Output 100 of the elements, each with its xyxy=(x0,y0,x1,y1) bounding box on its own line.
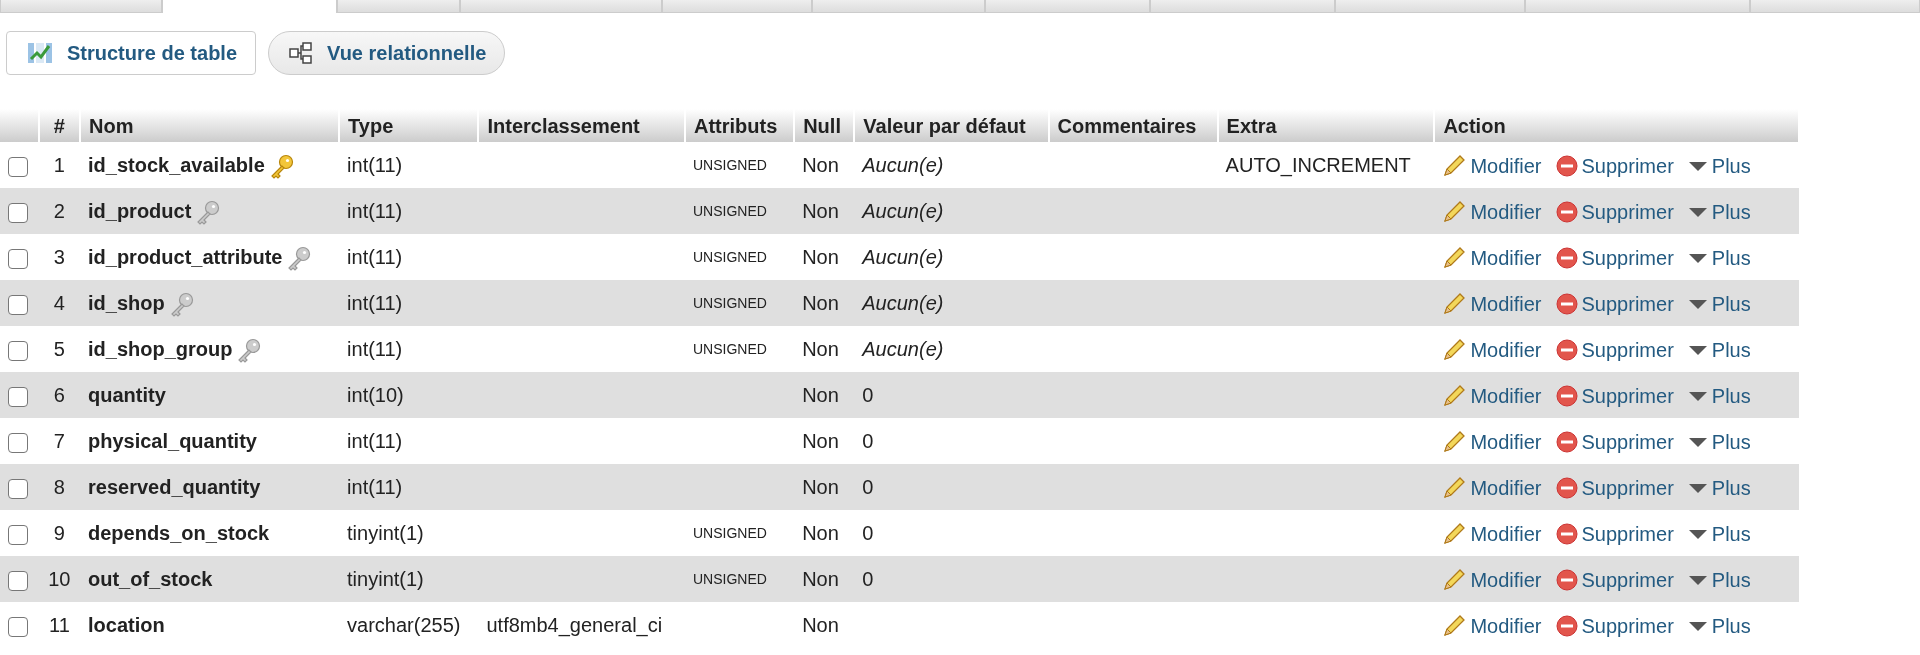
table-cell: Non xyxy=(794,418,855,464)
column-header: Null xyxy=(794,109,855,142)
table-cell: Non xyxy=(794,280,855,326)
more-link[interactable]: Plus xyxy=(1687,426,1751,457)
delete-icon xyxy=(1555,154,1578,177)
structure-icon xyxy=(27,41,53,65)
caret-icon xyxy=(1687,343,1708,356)
table-cell: Aucun(e) xyxy=(854,280,1049,326)
pencil-icon xyxy=(1442,613,1467,638)
more-link[interactable]: Plus xyxy=(1687,242,1751,273)
table-cell: Non xyxy=(794,188,855,234)
more-link[interactable]: Plus xyxy=(1687,150,1751,181)
checkbox[interactable] xyxy=(8,156,28,177)
more-link[interactable]: Plus xyxy=(1687,518,1751,549)
row-number: 2 xyxy=(38,188,80,234)
more-link[interactable]: Plus xyxy=(1687,380,1751,411)
checkbox[interactable] xyxy=(8,570,28,591)
delete-icon xyxy=(1555,430,1578,453)
delete-icon xyxy=(1555,384,1578,407)
table-cell: 0 xyxy=(854,372,1049,418)
caret-icon xyxy=(1687,251,1708,264)
row-number: 4 xyxy=(38,280,80,326)
table-cell: int(11) xyxy=(339,418,479,464)
tab[interactable]: Vue relationnelle xyxy=(268,31,506,75)
delete-link[interactable]: Supprimer xyxy=(1555,564,1674,595)
delete-icon xyxy=(1555,292,1578,315)
edit-link[interactable]: Modifier xyxy=(1442,564,1542,595)
edit-link[interactable]: Modifier xyxy=(1442,196,1542,227)
edit-link[interactable]: Modifier xyxy=(1442,242,1542,273)
table-cell: 0 xyxy=(854,464,1049,510)
more-link[interactable]: Plus xyxy=(1687,334,1751,365)
table-cell: 0 xyxy=(854,418,1049,464)
delete-icon xyxy=(1555,614,1578,637)
delete-icon xyxy=(1555,200,1578,223)
edit-link[interactable]: Modifier xyxy=(1442,610,1542,641)
table-cell: int(11) xyxy=(339,188,479,234)
table-cell: UNSIGNED xyxy=(685,142,795,188)
more-link[interactable]: Plus xyxy=(1687,196,1751,227)
delete-link[interactable]: Supprimer xyxy=(1555,242,1674,273)
column-header: Attributs xyxy=(685,109,795,142)
pencil-icon xyxy=(1442,245,1467,270)
delete-link[interactable]: Supprimer xyxy=(1555,426,1674,457)
column-header: Extra xyxy=(1217,109,1435,142)
pencil-icon xyxy=(1442,475,1467,500)
checkbox[interactable] xyxy=(8,294,28,315)
delete-link[interactable]: Supprimer xyxy=(1555,196,1674,227)
checkbox[interactable] xyxy=(8,616,28,637)
checkbox[interactable] xyxy=(8,432,28,453)
delete-link[interactable]: Supprimer xyxy=(1555,518,1674,549)
checkbox[interactable] xyxy=(8,340,28,361)
table-cell: UNSIGNED xyxy=(685,280,795,326)
more-link[interactable]: Plus xyxy=(1687,610,1751,641)
checkbox[interactable] xyxy=(8,524,28,545)
table-cell: Non xyxy=(794,556,855,602)
pencil-icon xyxy=(1442,521,1467,546)
column-header: Nom xyxy=(80,109,340,142)
edit-link[interactable]: Modifier xyxy=(1442,334,1542,365)
pencil-icon xyxy=(1442,337,1467,362)
checkbox[interactable] xyxy=(8,202,28,223)
tab[interactable]: Structure de table xyxy=(6,31,257,75)
more-link[interactable]: Plus xyxy=(1687,288,1751,319)
field-name: id_product_attribute xyxy=(88,246,283,268)
field-name: id_shop_group xyxy=(88,338,233,360)
delete-icon xyxy=(1555,476,1578,499)
table-cell: AUTO_INCREMENT xyxy=(1217,142,1435,188)
row-number: 10 xyxy=(38,556,80,602)
edit-link[interactable]: Modifier xyxy=(1442,518,1542,549)
more-link[interactable]: Plus xyxy=(1687,472,1751,503)
delete-link[interactable]: Supprimer xyxy=(1555,472,1674,503)
edit-link[interactable]: Modifier xyxy=(1442,426,1542,457)
caret-icon xyxy=(1687,527,1708,540)
delete-icon xyxy=(1555,568,1578,591)
delete-link[interactable]: Supprimer xyxy=(1555,610,1674,641)
table-cell: UNSIGNED xyxy=(685,234,795,280)
field-name: depends_on_stock xyxy=(88,522,270,544)
table-cell: Non xyxy=(794,510,855,556)
checkbox[interactable] xyxy=(8,248,28,269)
delete-link[interactable]: Supprimer xyxy=(1555,288,1674,319)
table-cell: Aucun(e) xyxy=(854,234,1049,280)
table-cell: tinyint(1) xyxy=(339,556,479,602)
delete-link[interactable]: Supprimer xyxy=(1555,334,1674,365)
delete-icon xyxy=(1555,522,1578,545)
checkbox[interactable] xyxy=(8,478,28,499)
edit-link[interactable]: Modifier xyxy=(1442,288,1542,319)
edit-link[interactable]: Modifier xyxy=(1442,150,1542,181)
row-number: 9 xyxy=(38,510,80,556)
edit-link[interactable]: Modifier xyxy=(1442,380,1542,411)
pencil-icon xyxy=(1442,567,1467,592)
checkbox[interactable] xyxy=(8,386,28,407)
delete-link[interactable]: Supprimer xyxy=(1555,380,1674,411)
caret-icon xyxy=(1687,159,1708,172)
key-icon xyxy=(236,337,263,364)
more-link[interactable]: Plus xyxy=(1687,564,1751,595)
row-number: 6 xyxy=(38,372,80,418)
row-number: 8 xyxy=(38,464,80,510)
table-cell: UNSIGNED xyxy=(685,326,795,372)
column-header: # xyxy=(38,109,80,142)
delete-link[interactable]: Supprimer xyxy=(1555,150,1674,181)
column-header: Type xyxy=(339,109,479,142)
edit-link[interactable]: Modifier xyxy=(1442,472,1542,503)
